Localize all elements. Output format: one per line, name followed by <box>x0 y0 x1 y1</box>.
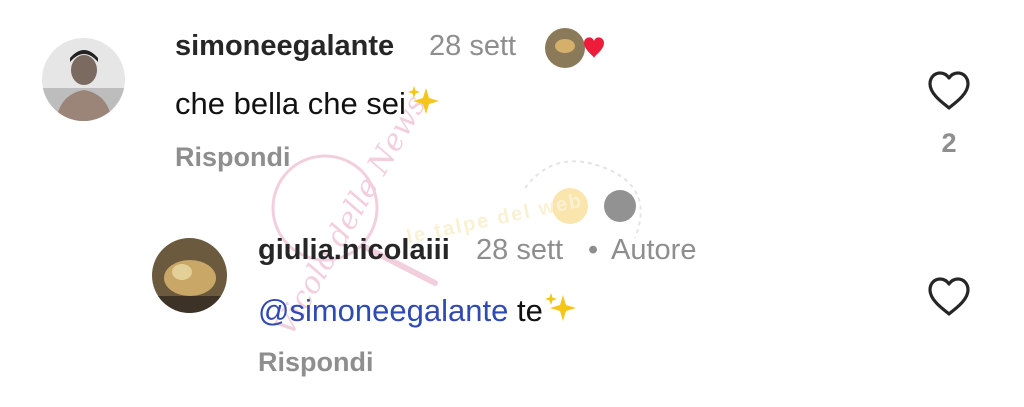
like-count: 2 <box>941 128 957 158</box>
meta-separator: • <box>588 234 599 266</box>
reply-username[interactable]: giulia.nicolaiii <box>258 234 450 267</box>
reply-text: @simoneegalante te <box>258 291 579 329</box>
heart-outline-icon[interactable] <box>926 70 972 112</box>
sparkles-icon <box>406 84 442 118</box>
red-heart-icon <box>584 37 604 58</box>
comment-username[interactable]: simoneegalante <box>175 30 394 63</box>
sparkles-icon <box>543 291 579 325</box>
comment-text: che bella che sei <box>175 84 442 122</box>
author-liked-badge <box>544 27 608 69</box>
reply-button[interactable]: Rispondi <box>175 142 291 173</box>
mention-link[interactable]: @simoneegalante <box>258 293 508 328</box>
avatar-photo <box>152 238 227 313</box>
heart-outline-icon[interactable] <box>926 276 972 318</box>
comment-text-content: che bella che sei <box>175 86 406 121</box>
avatar[interactable] <box>42 38 125 121</box>
reply-timestamp: 28 sett <box>476 234 564 266</box>
comment-timestamp: 28 sett <box>429 30 517 62</box>
author-label: Autore <box>611 234 697 266</box>
avatar[interactable] <box>152 238 227 313</box>
reply-text-content: te <box>508 293 543 328</box>
watermark: Vicolo delle News le talpe del web <box>225 89 665 342</box>
reply-button[interactable]: Rispondi <box>258 347 374 378</box>
avatar-photo <box>42 38 125 121</box>
